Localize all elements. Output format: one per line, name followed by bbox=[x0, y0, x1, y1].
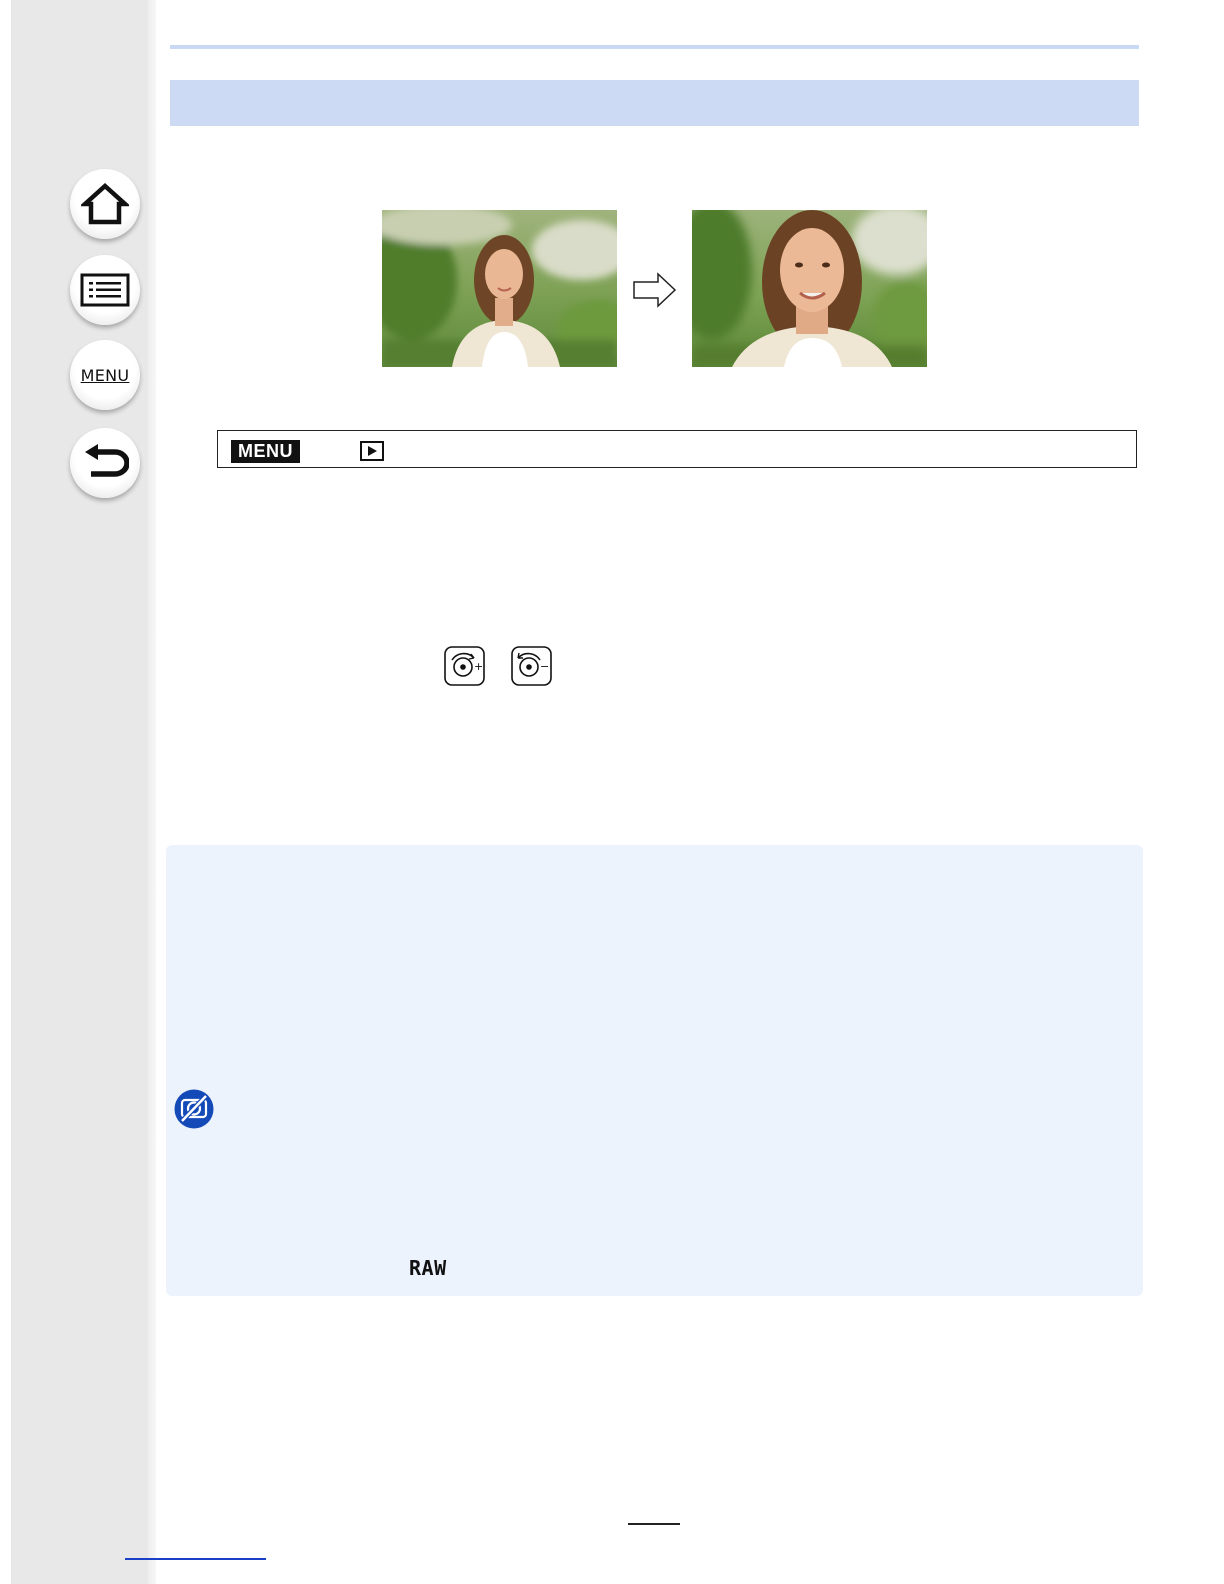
top-rule bbox=[170, 45, 1139, 49]
photo-after bbox=[692, 210, 927, 367]
arrow-right-icon bbox=[632, 272, 678, 313]
menu-button[interactable]: MENU bbox=[70, 340, 140, 410]
link-underline[interactable] bbox=[125, 1558, 266, 1560]
raw-label: RAW bbox=[409, 1256, 447, 1280]
contents-list-icon bbox=[80, 273, 130, 307]
not-available-icon bbox=[173, 1088, 215, 1135]
dial-rotate-minus-icon: − bbox=[511, 646, 553, 691]
home-button[interactable] bbox=[70, 169, 140, 239]
contents-list-button[interactable] bbox=[70, 255, 140, 325]
photo-before bbox=[382, 210, 617, 367]
sidebar bbox=[11, 0, 148, 1584]
back-icon bbox=[81, 444, 129, 482]
dial-rotate-plus-icon: + bbox=[444, 646, 486, 691]
menu-path-box: MENU bbox=[217, 430, 1137, 468]
svg-text:−: − bbox=[540, 660, 549, 673]
menu-icon: MENU bbox=[80, 365, 130, 385]
page-number-line bbox=[628, 1523, 680, 1525]
note-panel bbox=[166, 845, 1143, 1296]
sidebar-edge bbox=[148, 0, 156, 1584]
title-band bbox=[170, 80, 1139, 126]
home-icon bbox=[81, 182, 129, 226]
back-button[interactable] bbox=[70, 428, 140, 498]
playback-icon bbox=[360, 441, 384, 466]
menu-badge: MENU bbox=[231, 440, 300, 463]
svg-text:+: + bbox=[474, 660, 483, 673]
